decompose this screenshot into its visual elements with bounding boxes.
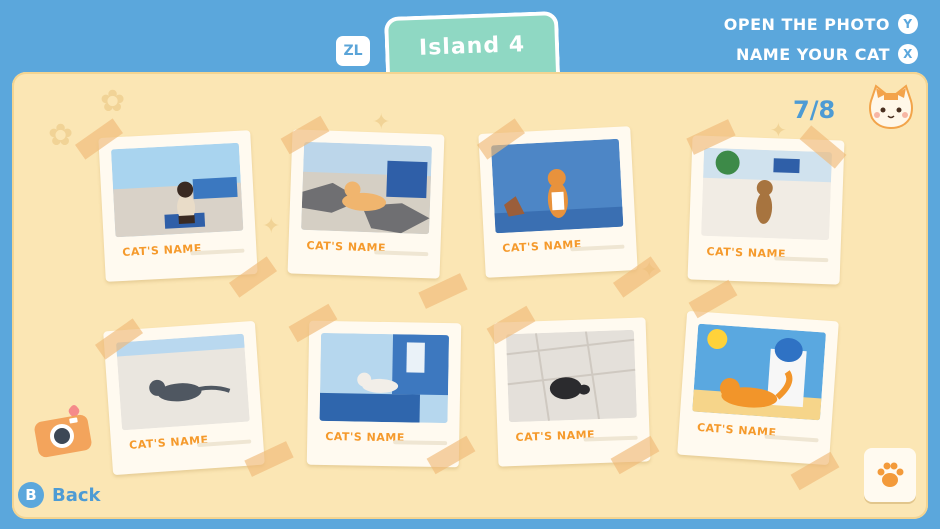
- hint-open-photo: OPEN THE PHOTO Y: [724, 14, 918, 34]
- cartoon-orange-cat-photo: [692, 323, 827, 421]
- tab-island-label: Island 4: [418, 32, 526, 61]
- back-button[interactable]: B Back: [18, 482, 101, 508]
- cat-name-label: CAT'S NAME: [122, 241, 203, 259]
- flower-decoration-icon: ✿: [100, 84, 126, 119]
- black-cat-curled-photo: [505, 329, 637, 423]
- photo-card[interactable]: CAT'S NAME: [677, 310, 839, 466]
- paw-icon: [877, 462, 904, 487]
- paw-button[interactable]: [864, 448, 916, 502]
- photo-card[interactable]: CAT'S NAME: [287, 129, 445, 279]
- camera-icon[interactable]: [32, 402, 94, 458]
- orange-cat-sitting-photo: [490, 138, 624, 234]
- hint-open-photo-label: OPEN THE PHOTO: [723, 14, 890, 34]
- photo-counter: 7/8: [793, 96, 836, 124]
- name-underline: [774, 256, 829, 263]
- b-button-icon: B: [18, 482, 44, 508]
- photo-card[interactable]: CAT'S NAME: [493, 317, 651, 467]
- hint-name-cat-label: NAME YOUR CAT: [736, 44, 890, 64]
- white-cat-on-table-photo: [319, 332, 450, 424]
- name-underline: [583, 435, 638, 442]
- zl-button[interactable]: ZL: [336, 36, 370, 66]
- tabby-cat-photo: [701, 147, 833, 241]
- name-underline: [393, 440, 448, 446]
- x-button-icon: X: [898, 44, 918, 64]
- photo-card[interactable]: CAT'S NAME: [98, 130, 258, 282]
- y-button-icon: Y: [898, 14, 918, 34]
- tab-island-4[interactable]: Island 4: [383, 10, 561, 80]
- name-underline: [764, 434, 819, 443]
- sparkle-decoration-icon: ✦: [372, 110, 391, 135]
- sparkle-decoration-icon: ✦: [262, 214, 281, 239]
- cat-name-label: CAT'S NAME: [502, 237, 583, 255]
- hint-name-cat: NAME YOUR CAT X: [736, 44, 918, 64]
- cat-face-icon: [869, 84, 913, 130]
- grey-cat-photo: [115, 333, 250, 431]
- flower-decoration-icon: ✿: [48, 118, 74, 153]
- siamese-cat-photo: [110, 142, 244, 238]
- name-underline: [374, 250, 429, 257]
- photo-card[interactable]: CAT'S NAME: [306, 320, 462, 468]
- cat-name-label: CAT'S NAME: [515, 428, 596, 444]
- orange-cat-lying-photo: [301, 141, 433, 235]
- back-label: Back: [52, 484, 101, 506]
